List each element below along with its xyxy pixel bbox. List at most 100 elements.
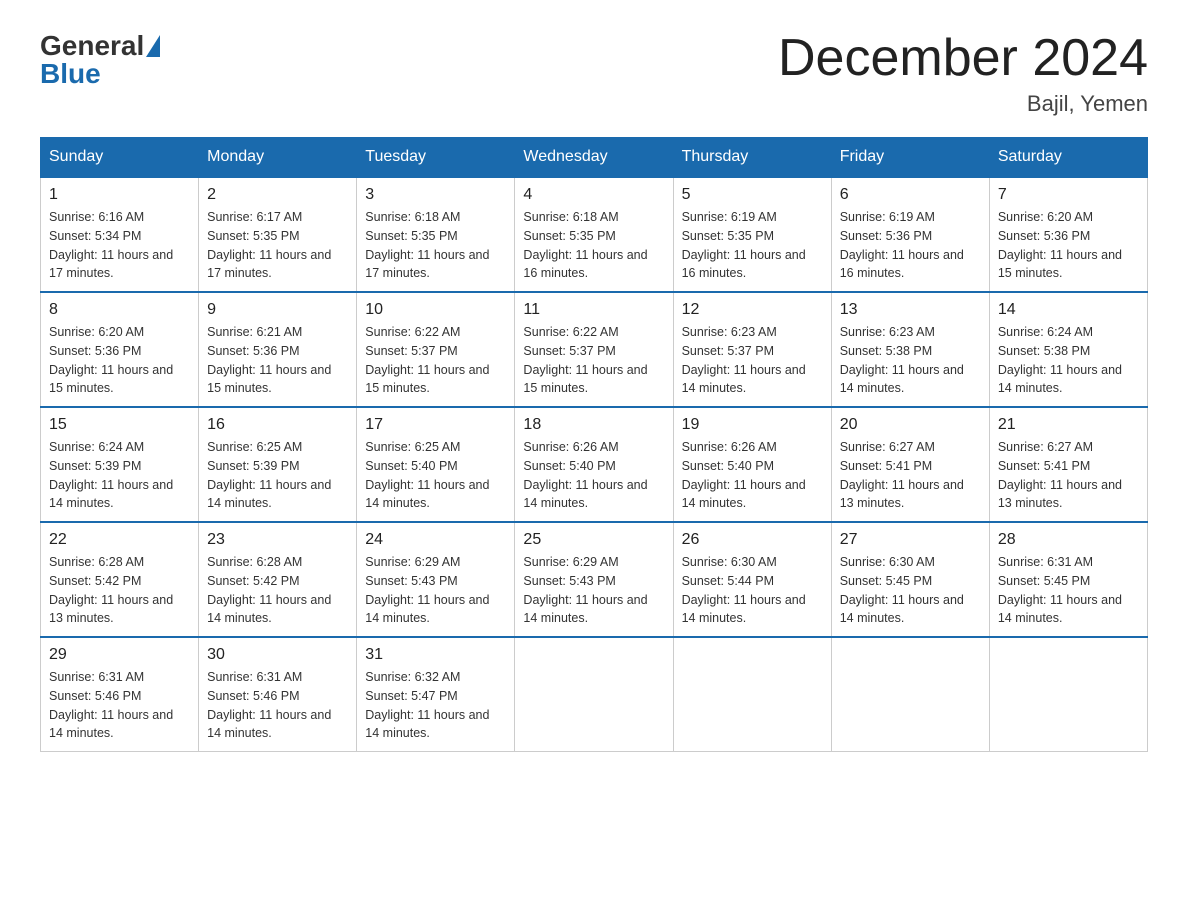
calendar-cell: 5 Sunrise: 6:19 AMSunset: 5:35 PMDayligh… [673,177,831,292]
day-number: 9 [207,301,348,319]
day-info: Sunrise: 6:27 AMSunset: 5:41 PMDaylight:… [840,438,981,513]
calendar-cell: 12 Sunrise: 6:23 AMSunset: 5:37 PMDaylig… [673,292,831,407]
day-info: Sunrise: 6:24 AMSunset: 5:39 PMDaylight:… [49,438,190,513]
day-number: 6 [840,186,981,204]
calendar-cell [831,637,989,752]
day-number: 30 [207,646,348,664]
day-number: 25 [523,531,664,549]
calendar-cell: 16 Sunrise: 6:25 AMSunset: 5:39 PMDaylig… [199,407,357,522]
day-number: 16 [207,416,348,434]
calendar-week-row: 8 Sunrise: 6:20 AMSunset: 5:36 PMDayligh… [41,292,1148,407]
calendar-cell: 7 Sunrise: 6:20 AMSunset: 5:36 PMDayligh… [989,177,1147,292]
day-info: Sunrise: 6:26 AMSunset: 5:40 PMDaylight:… [523,438,664,513]
calendar-cell: 6 Sunrise: 6:19 AMSunset: 5:36 PMDayligh… [831,177,989,292]
calendar-cell: 14 Sunrise: 6:24 AMSunset: 5:38 PMDaylig… [989,292,1147,407]
day-number: 7 [998,186,1139,204]
day-info: Sunrise: 6:20 AMSunset: 5:36 PMDaylight:… [998,208,1139,283]
day-info: Sunrise: 6:28 AMSunset: 5:42 PMDaylight:… [49,553,190,628]
calendar-cell: 4 Sunrise: 6:18 AMSunset: 5:35 PMDayligh… [515,177,673,292]
page-header: General Blue December 2024 Bajil, Yemen [40,30,1148,117]
day-number: 1 [49,186,190,204]
weekday-header-sunday: Sunday [41,138,199,178]
day-info: Sunrise: 6:26 AMSunset: 5:40 PMDaylight:… [682,438,823,513]
day-number: 10 [365,301,506,319]
day-info: Sunrise: 6:18 AMSunset: 5:35 PMDaylight:… [523,208,664,283]
day-number: 21 [998,416,1139,434]
calendar-cell: 10 Sunrise: 6:22 AMSunset: 5:37 PMDaylig… [357,292,515,407]
location-label: Bajil, Yemen [778,91,1148,117]
calendar-cell: 25 Sunrise: 6:29 AMSunset: 5:43 PMDaylig… [515,522,673,637]
calendar-cell: 1 Sunrise: 6:16 AMSunset: 5:34 PMDayligh… [41,177,199,292]
day-info: Sunrise: 6:30 AMSunset: 5:44 PMDaylight:… [682,553,823,628]
calendar-cell: 15 Sunrise: 6:24 AMSunset: 5:39 PMDaylig… [41,407,199,522]
month-title: December 2024 [778,30,1148,87]
weekday-header-thursday: Thursday [673,138,831,178]
day-number: 28 [998,531,1139,549]
day-info: Sunrise: 6:19 AMSunset: 5:36 PMDaylight:… [840,208,981,283]
day-info: Sunrise: 6:29 AMSunset: 5:43 PMDaylight:… [523,553,664,628]
day-info: Sunrise: 6:17 AMSunset: 5:35 PMDaylight:… [207,208,348,283]
day-number: 17 [365,416,506,434]
day-info: Sunrise: 6:29 AMSunset: 5:43 PMDaylight:… [365,553,506,628]
calendar-cell: 13 Sunrise: 6:23 AMSunset: 5:38 PMDaylig… [831,292,989,407]
day-number: 20 [840,416,981,434]
day-number: 5 [682,186,823,204]
calendar-week-row: 15 Sunrise: 6:24 AMSunset: 5:39 PMDaylig… [41,407,1148,522]
day-number: 24 [365,531,506,549]
day-number: 22 [49,531,190,549]
calendar-cell: 23 Sunrise: 6:28 AMSunset: 5:42 PMDaylig… [199,522,357,637]
day-number: 31 [365,646,506,664]
day-info: Sunrise: 6:18 AMSunset: 5:35 PMDaylight:… [365,208,506,283]
calendar-cell [673,637,831,752]
calendar-cell: 18 Sunrise: 6:26 AMSunset: 5:40 PMDaylig… [515,407,673,522]
day-number: 4 [523,186,664,204]
day-info: Sunrise: 6:20 AMSunset: 5:36 PMDaylight:… [49,323,190,398]
day-info: Sunrise: 6:25 AMSunset: 5:39 PMDaylight:… [207,438,348,513]
day-info: Sunrise: 6:25 AMSunset: 5:40 PMDaylight:… [365,438,506,513]
day-number: 26 [682,531,823,549]
calendar-cell: 28 Sunrise: 6:31 AMSunset: 5:45 PMDaylig… [989,522,1147,637]
calendar-cell: 27 Sunrise: 6:30 AMSunset: 5:45 PMDaylig… [831,522,989,637]
day-info: Sunrise: 6:28 AMSunset: 5:42 PMDaylight:… [207,553,348,628]
day-number: 11 [523,301,664,319]
calendar-cell: 22 Sunrise: 6:28 AMSunset: 5:42 PMDaylig… [41,522,199,637]
day-info: Sunrise: 6:22 AMSunset: 5:37 PMDaylight:… [523,323,664,398]
day-info: Sunrise: 6:23 AMSunset: 5:37 PMDaylight:… [682,323,823,398]
day-number: 29 [49,646,190,664]
logo-blue-text: Blue [40,58,101,90]
day-info: Sunrise: 6:31 AMSunset: 5:45 PMDaylight:… [998,553,1139,628]
day-info: Sunrise: 6:16 AMSunset: 5:34 PMDaylight:… [49,208,190,283]
day-number: 12 [682,301,823,319]
calendar-cell: 29 Sunrise: 6:31 AMSunset: 5:46 PMDaylig… [41,637,199,752]
calendar-body: 1 Sunrise: 6:16 AMSunset: 5:34 PMDayligh… [41,177,1148,752]
day-info: Sunrise: 6:30 AMSunset: 5:45 PMDaylight:… [840,553,981,628]
calendar-cell: 8 Sunrise: 6:20 AMSunset: 5:36 PMDayligh… [41,292,199,407]
calendar-week-row: 22 Sunrise: 6:28 AMSunset: 5:42 PMDaylig… [41,522,1148,637]
day-number: 23 [207,531,348,549]
calendar-cell: 24 Sunrise: 6:29 AMSunset: 5:43 PMDaylig… [357,522,515,637]
logo-triangle-icon [146,35,160,57]
day-info: Sunrise: 6:27 AMSunset: 5:41 PMDaylight:… [998,438,1139,513]
weekday-header-monday: Monday [199,138,357,178]
calendar-cell: 17 Sunrise: 6:25 AMSunset: 5:40 PMDaylig… [357,407,515,522]
calendar-cell [515,637,673,752]
logo: General Blue [40,30,160,90]
calendar-cell: 26 Sunrise: 6:30 AMSunset: 5:44 PMDaylig… [673,522,831,637]
day-info: Sunrise: 6:23 AMSunset: 5:38 PMDaylight:… [840,323,981,398]
day-number: 15 [49,416,190,434]
weekday-header-saturday: Saturday [989,138,1147,178]
day-info: Sunrise: 6:22 AMSunset: 5:37 PMDaylight:… [365,323,506,398]
calendar-cell: 20 Sunrise: 6:27 AMSunset: 5:41 PMDaylig… [831,407,989,522]
weekday-header-tuesday: Tuesday [357,138,515,178]
calendar-cell: 30 Sunrise: 6:31 AMSunset: 5:46 PMDaylig… [199,637,357,752]
day-number: 2 [207,186,348,204]
weekday-header-friday: Friday [831,138,989,178]
day-info: Sunrise: 6:31 AMSunset: 5:46 PMDaylight:… [49,668,190,743]
day-info: Sunrise: 6:31 AMSunset: 5:46 PMDaylight:… [207,668,348,743]
day-number: 27 [840,531,981,549]
calendar-cell: 3 Sunrise: 6:18 AMSunset: 5:35 PMDayligh… [357,177,515,292]
day-number: 3 [365,186,506,204]
day-info: Sunrise: 6:32 AMSunset: 5:47 PMDaylight:… [365,668,506,743]
weekday-header-wednesday: Wednesday [515,138,673,178]
calendar-cell [989,637,1147,752]
